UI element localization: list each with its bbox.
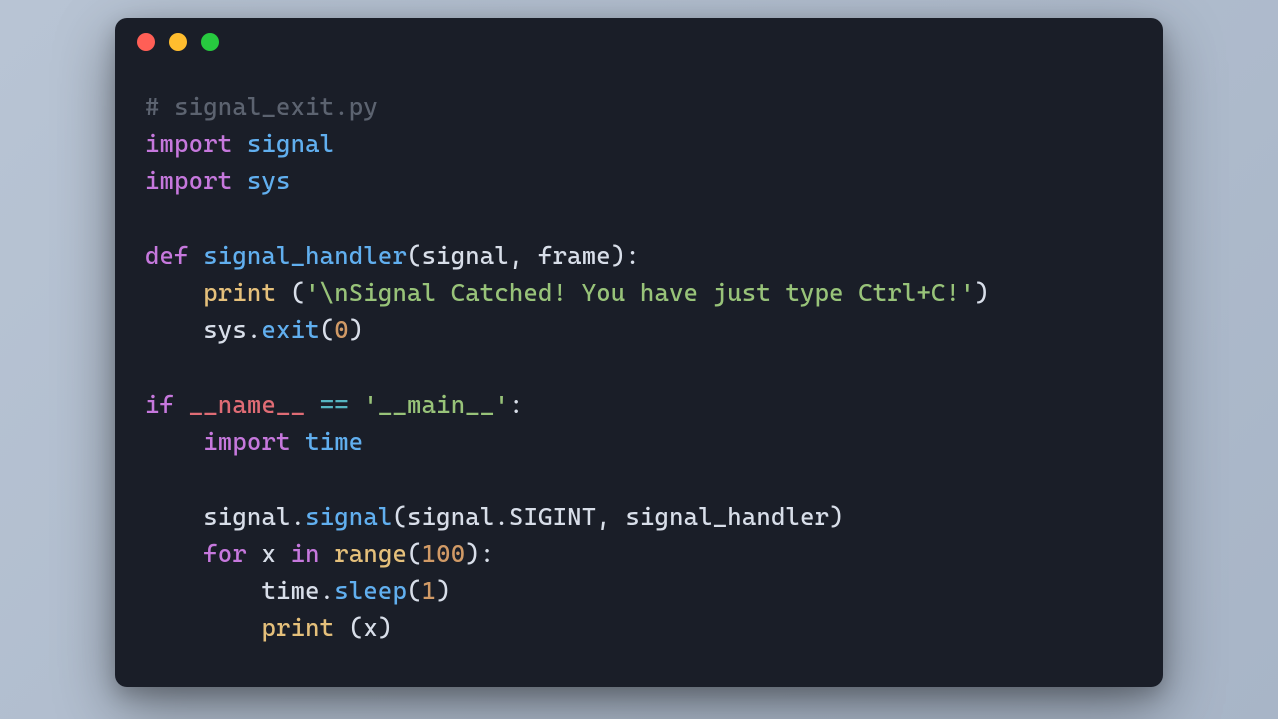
code-token: x bbox=[261, 539, 276, 568]
code-token: signal_handler bbox=[203, 241, 407, 270]
code-token: signal bbox=[305, 502, 392, 531]
code-line: # signal_exit.py bbox=[145, 88, 1133, 125]
code-token: signal_handler bbox=[625, 502, 829, 531]
code-token bbox=[291, 427, 306, 456]
code-line: import time bbox=[145, 423, 1133, 460]
code-token: ) bbox=[436, 576, 451, 605]
code-token: ) bbox=[975, 278, 990, 307]
code-token bbox=[232, 129, 247, 158]
code-line: for x in range(100): bbox=[145, 535, 1133, 572]
code-line: sys.exit(0) bbox=[145, 311, 1133, 348]
code-token bbox=[145, 315, 203, 344]
minimize-icon[interactable] bbox=[169, 33, 187, 51]
code-token: ): bbox=[611, 241, 640, 270]
code-token: ) bbox=[829, 502, 844, 531]
code-token: ( bbox=[392, 502, 407, 531]
code-token: ( bbox=[407, 539, 422, 568]
code-token bbox=[305, 390, 320, 419]
terminal-window: # signal_exit.pyimport signalimport sys … bbox=[115, 18, 1163, 687]
code-token: : bbox=[509, 390, 524, 419]
code-token: ) bbox=[378, 613, 393, 642]
code-token: signal bbox=[422, 241, 509, 270]
code-token: 0 bbox=[334, 315, 349, 344]
code-line: signal.signal(signal.SIGINT, signal_hand… bbox=[145, 498, 1133, 535]
code-token: import bbox=[145, 129, 232, 158]
code-token: , bbox=[596, 502, 625, 531]
code-token: in bbox=[291, 539, 320, 568]
code-token: , bbox=[509, 241, 538, 270]
code-token: '__main__' bbox=[363, 390, 509, 419]
code-token: . bbox=[494, 502, 509, 531]
code-token: . bbox=[291, 502, 306, 531]
code-token: . bbox=[320, 576, 335, 605]
code-line: import signal bbox=[145, 125, 1133, 162]
code-token: frame bbox=[538, 241, 611, 270]
code-token: import bbox=[145, 166, 232, 195]
titlebar bbox=[115, 18, 1163, 66]
code-token: # signal_exit.py bbox=[145, 92, 378, 121]
code-token bbox=[320, 539, 335, 568]
code-token: '\nSignal Catched! You have just type Ct… bbox=[305, 278, 975, 307]
code-token: exit bbox=[261, 315, 319, 344]
code-token: sys bbox=[203, 315, 247, 344]
code-token: signal bbox=[407, 502, 494, 531]
code-token: SIGINT bbox=[509, 502, 596, 531]
code-token: if bbox=[145, 390, 174, 419]
code-token bbox=[145, 502, 203, 531]
code-token bbox=[145, 539, 203, 568]
code-token: 1 bbox=[422, 576, 437, 605]
maximize-icon[interactable] bbox=[201, 33, 219, 51]
code-line: print ('\nSignal Catched! You have just … bbox=[145, 274, 1133, 311]
code-token: sleep bbox=[334, 576, 407, 605]
code-token: import bbox=[203, 427, 290, 456]
code-token: def bbox=[145, 241, 189, 270]
code-token bbox=[145, 576, 261, 605]
code-line: time.sleep(1) bbox=[145, 572, 1133, 609]
code-token bbox=[189, 241, 204, 270]
code-token: . bbox=[247, 315, 262, 344]
code-token bbox=[232, 166, 247, 195]
code-token: == bbox=[320, 390, 349, 419]
code-token: sys bbox=[247, 166, 291, 195]
code-token bbox=[349, 390, 364, 419]
code-token: ( bbox=[334, 613, 363, 642]
code-token bbox=[145, 613, 261, 642]
code-token: ( bbox=[407, 241, 422, 270]
code-line bbox=[145, 200, 1133, 237]
code-line bbox=[145, 349, 1133, 386]
code-token: __name__ bbox=[189, 390, 305, 419]
code-token: signal bbox=[247, 129, 334, 158]
code-token bbox=[145, 427, 203, 456]
code-token bbox=[174, 390, 189, 419]
code-token: 100 bbox=[422, 539, 466, 568]
code-block: # signal_exit.pyimport signalimport sys … bbox=[115, 66, 1163, 687]
code-token: range bbox=[334, 539, 407, 568]
code-token: signal bbox=[203, 502, 290, 531]
close-icon[interactable] bbox=[137, 33, 155, 51]
code-token: for bbox=[203, 539, 247, 568]
code-token: print bbox=[261, 613, 334, 642]
code-line bbox=[145, 460, 1133, 497]
code-token bbox=[276, 539, 291, 568]
code-token: ( bbox=[320, 315, 335, 344]
code-token: print bbox=[203, 278, 276, 307]
code-token: time bbox=[305, 427, 363, 456]
code-token: ( bbox=[276, 278, 305, 307]
code-token: ) bbox=[349, 315, 364, 344]
code-line: import sys bbox=[145, 162, 1133, 199]
code-line: print (x) bbox=[145, 609, 1133, 646]
code-token: x bbox=[363, 613, 378, 642]
code-token: ( bbox=[407, 576, 422, 605]
code-token bbox=[145, 278, 203, 307]
code-line: if __name__ == '__main__': bbox=[145, 386, 1133, 423]
code-token bbox=[247, 539, 262, 568]
code-token: time bbox=[261, 576, 319, 605]
code-token: ): bbox=[465, 539, 494, 568]
code-line: def signal_handler(signal, frame): bbox=[145, 237, 1133, 274]
